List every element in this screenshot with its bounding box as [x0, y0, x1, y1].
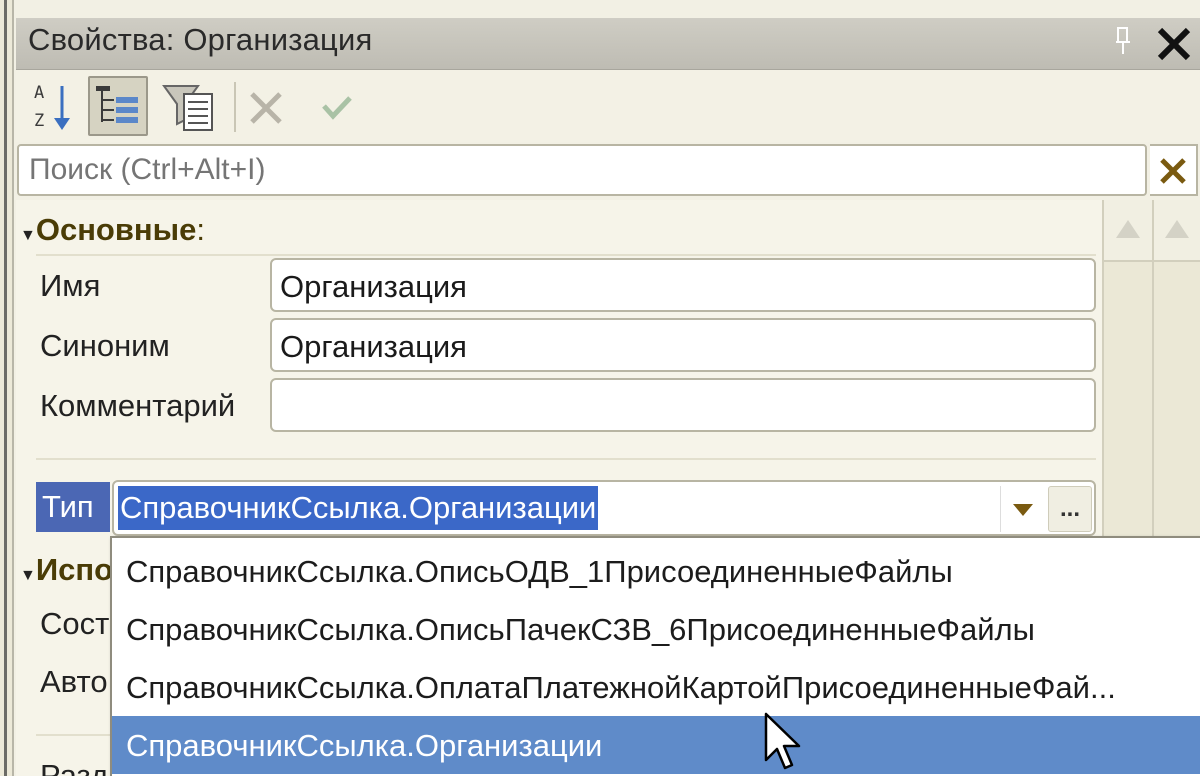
search-clear-button[interactable]	[1150, 144, 1198, 196]
divider	[36, 734, 110, 736]
dropdown-item[interactable]: СправочникСсылка.ОплатаПлатежнойКартойПр…	[112, 658, 1200, 716]
partial-property-label: Разд	[40, 758, 109, 776]
apply-button[interactable]	[312, 76, 372, 136]
name-label: Имя	[40, 268, 101, 303]
divider	[36, 458, 1096, 460]
mouse-cursor-icon	[764, 712, 801, 770]
collapse-arrow-icon: ▼	[20, 567, 36, 584]
cancel-x-icon	[250, 92, 282, 124]
window-left-edge	[0, 0, 14, 776]
synonym-field[interactable]: Организация	[270, 318, 1096, 372]
group-by-category-button[interactable]	[88, 76, 148, 136]
dropdown-item[interactable]: СправочникСсылка.ОписьОДВ_1Присоединенны…	[112, 542, 1200, 600]
type-dropdown-button[interactable]	[1000, 486, 1044, 532]
partial-property-label: Сост	[40, 606, 110, 641]
outer-scroll-up-button[interactable]	[1154, 200, 1200, 262]
arrow-up-icon	[1116, 220, 1140, 238]
section-main-colon: :	[196, 212, 205, 247]
section-usage-label: Испо	[35, 552, 110, 587]
svg-text:A: A	[34, 83, 44, 103]
divider	[36, 254, 1096, 256]
dropdown-item[interactable]: СправочникСсылка.ОписьПачекСЗВ_6Присоеди…	[112, 600, 1200, 658]
dropdown-arrow-icon	[1013, 504, 1033, 516]
synonym-label: Синоним	[40, 328, 170, 363]
checkmark-icon	[322, 96, 352, 120]
type-select-button[interactable]: ...	[1048, 486, 1092, 532]
collapse-arrow-icon: ▼	[20, 227, 36, 244]
type-value-selected[interactable]: СправочникСсылка.Организации	[118, 486, 599, 530]
filter-icon	[162, 85, 213, 131]
category-tree-icon	[96, 86, 138, 123]
name-field[interactable]: Организация	[270, 258, 1096, 312]
comment-field[interactable]	[270, 378, 1096, 432]
type-label: Тип	[36, 482, 110, 532]
toolbar-separator	[234, 82, 236, 132]
section-usage-header[interactable]: ▼Испо	[20, 552, 110, 588]
comment-label: Комментарий	[40, 388, 236, 423]
sort-az-icon: A Z	[34, 83, 70, 131]
type-dropdown-list[interactable]: СправочникСсылка.ОписьОДВ_1Присоединенны…	[110, 536, 1200, 776]
filter-button[interactable]	[158, 76, 218, 136]
sort-alphabetically-button[interactable]: A Z	[26, 76, 86, 136]
arrow-up-icon	[1165, 220, 1189, 238]
pin-icon[interactable]	[1114, 26, 1134, 60]
section-main-header[interactable]: ▼Основные:	[20, 212, 205, 248]
dropdown-item-selected[interactable]: СправочникСсылка.Организации	[112, 716, 1200, 774]
clear-x-icon	[1160, 158, 1186, 184]
close-icon[interactable]	[1152, 22, 1196, 66]
scroll-up-button[interactable]	[1104, 200, 1152, 262]
section-main-label: Основные	[35, 212, 197, 247]
cancel-button[interactable]	[242, 76, 302, 136]
partial-property-label: Авто	[40, 664, 108, 699]
search-input[interactable]	[17, 144, 1147, 196]
svg-text:Z: Z	[34, 111, 44, 131]
panel-title: Свойства: Организация	[28, 22, 373, 57]
